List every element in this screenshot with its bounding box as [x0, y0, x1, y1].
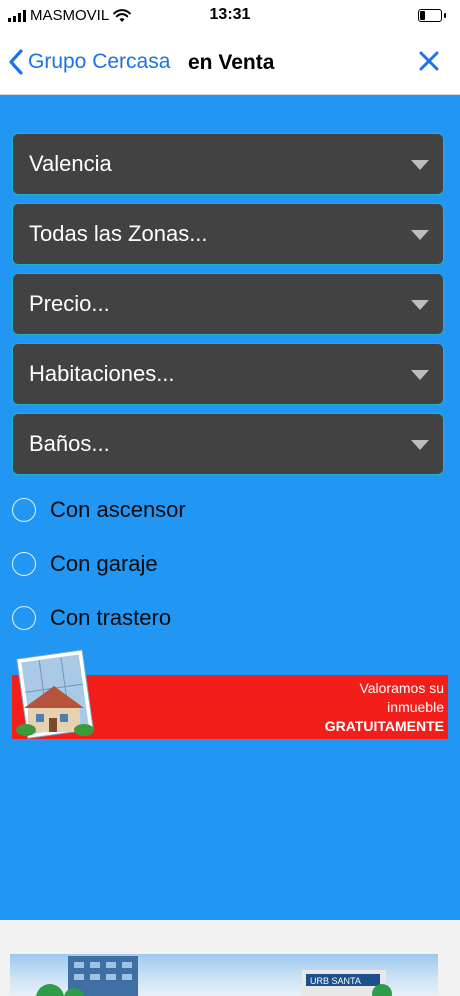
radio-circle[interactable]: [12, 552, 36, 576]
listing-section: URB SANTA: [0, 920, 460, 996]
chevron-down-icon: [411, 300, 429, 310]
chevron-down-icon: [411, 160, 429, 170]
status-time: 13:31: [209, 6, 251, 23]
banner-line-3: GRATUITAMENTE: [324, 718, 444, 734]
chevron-down-icon: [411, 230, 429, 240]
select-label: Valencia: [29, 151, 112, 176]
back-button[interactable]: Grupo Cercasa: [8, 48, 170, 76]
bathrooms-select[interactable]: Baños...: [12, 413, 444, 475]
select-label: Precio...: [29, 291, 110, 316]
sign-text: URB SANTA: [310, 976, 361, 986]
chevron-down-icon: [411, 440, 429, 450]
zone-select[interactable]: Todas las Zonas...: [12, 203, 444, 265]
status-bar: MASMOVIL 13:31: [0, 0, 460, 36]
filter-panel: Valencia Todas las Zonas... Precio... Ha…: [0, 95, 460, 920]
select-label: Baños...: [29, 431, 110, 456]
close-button[interactable]: [418, 50, 440, 77]
close-icon: [419, 51, 439, 71]
page-title: en Venta: [188, 51, 275, 74]
city-select[interactable]: Valencia: [12, 133, 444, 195]
chevron-down-icon: [411, 370, 429, 380]
price-select[interactable]: Precio...: [12, 273, 444, 335]
battery-icon: [418, 9, 446, 22]
garage-option[interactable]: Con garaje: [12, 551, 158, 577]
option-label: Con trastero: [50, 605, 172, 630]
radio-circle[interactable]: [12, 606, 36, 630]
listing-photo[interactable]: URB SANTA: [10, 954, 438, 996]
radio-circle[interactable]: [12, 498, 36, 522]
rooms-select[interactable]: Habitaciones...: [12, 343, 444, 405]
select-label: Todas las Zonas...: [29, 221, 208, 246]
back-label: Grupo Cercasa: [28, 50, 171, 73]
building-image: URB SANTA: [36, 956, 392, 996]
option-label: Con ascensor: [50, 497, 186, 522]
nav-bar: Grupo Cercasa en Venta: [0, 36, 460, 95]
storage-option[interactable]: Con trastero: [12, 605, 171, 631]
banner-text: Valoramos su inmueble GRATUITAMENTE: [325, 679, 444, 736]
house-illustration: [16, 649, 94, 739]
banner-line-1: Valoramos su: [359, 680, 444, 696]
banner-line-2: inmueble: [387, 699, 444, 715]
select-label: Habitaciones...: [29, 361, 175, 386]
chevron-left-icon: [9, 49, 23, 75]
elevator-option[interactable]: Con ascensor: [12, 497, 186, 523]
option-label: Con garaje: [50, 551, 158, 576]
